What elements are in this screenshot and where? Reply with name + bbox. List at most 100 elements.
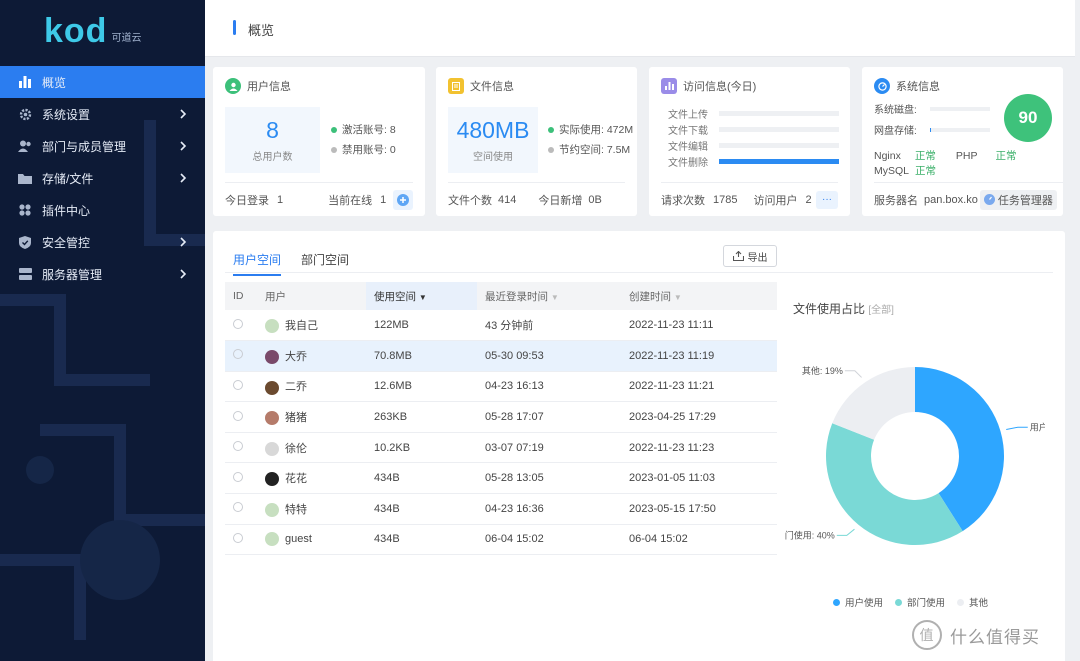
radio-button[interactable]: [233, 379, 243, 390]
cell-created: 2022-11-23 11:11: [621, 310, 777, 342]
table-header-row: ID 用户 使用空间 ▼ 最近登录时间 ▼ 创建时间 ▼: [225, 282, 777, 310]
column-header-space[interactable]: 使用空间 ▼: [366, 282, 477, 310]
table-row[interactable]: 大乔 70.8MB 05-30 09:53 2022-11-23 11:19: [225, 340, 777, 372]
cell-user: 花花: [257, 462, 366, 495]
row-select[interactable]: [225, 401, 257, 433]
grid-icon: [18, 203, 32, 217]
radio-button[interactable]: [233, 318, 243, 329]
page-title: 概览: [248, 23, 275, 38]
php-label: PHP: [955, 149, 978, 162]
cell-created: 2023-04-25 17:29: [621, 401, 777, 433]
space-used-value: 480MB: [456, 117, 530, 143]
chevron-right-icon: [180, 109, 187, 119]
radio-button[interactable]: [233, 441, 243, 452]
cell-last-login: 04-23 16:36: [477, 493, 621, 525]
cell-created: 2022-11-23 11:21: [621, 371, 777, 403]
system-disk-row: 系统磁盘:: [874, 101, 990, 116]
status-dot: [548, 146, 554, 153]
access-row-download: 文件下载: [668, 122, 839, 137]
avatar: [265, 380, 279, 395]
table-row[interactable]: guest 434B 06-04 15:02 06-04 15:02: [225, 524, 777, 556]
column-header-last-login[interactable]: 最近登录时间 ▼: [477, 282, 621, 310]
kod-logo[interactable]: kod 可道云: [44, 10, 141, 50]
user-space-table: ID 用户 使用空间 ▼ 最近登录时间 ▼ 创建时间 ▼ 我自己 122MB 43 …: [225, 282, 777, 556]
sidebar-item-plugins[interactable]: 插件中心: [0, 194, 205, 226]
card-footer: 文件个数 414 今日新增 0B: [448, 182, 625, 216]
requests-value: 1785: [713, 193, 738, 206]
server-name-value: pan.box.ko: [924, 193, 978, 206]
pie-slice-1[interactable]: [826, 423, 963, 545]
table-row[interactable]: 猪猪 263KB 05-28 17:07 2023-04-25 17:29: [225, 401, 777, 433]
cell-user: 特特: [257, 493, 366, 525]
sidebar-item-label: 系统设置: [42, 107, 91, 122]
add-user-button[interactable]: [393, 189, 413, 210]
sidebar-item-server[interactable]: 服务器管理: [0, 258, 205, 290]
export-button[interactable]: 导出: [723, 245, 777, 267]
legend-item[interactable]: 部门使用: [895, 595, 945, 609]
cell-created: 2023-01-05 11:03: [621, 462, 777, 495]
radio-button[interactable]: [233, 502, 243, 513]
task-manager-button[interactable]: 任务管理器: [979, 189, 1057, 210]
usage-panel: 用户空间 部门空间 导出 ID 用户 使用空间 ▼ 最近登录时间 ▼ 创建时间 …: [213, 231, 1065, 661]
health-score-badge[interactable]: 90: [1004, 94, 1052, 142]
net-storage-bar-fill: [930, 127, 932, 132]
sidebar-item-storage[interactable]: 存储/文件: [0, 162, 205, 194]
row-select[interactable]: [225, 432, 257, 464]
row-select[interactable]: [225, 340, 257, 372]
user-info-card: 用户信息 8 总用户数 激活账号: 8 禁用账号: 0 今日登录 1 当前在线 …: [213, 67, 425, 216]
user-name: 大乔: [285, 350, 307, 363]
cell-last-login: 06-04 15:02: [477, 524, 621, 556]
folder-icon: [18, 171, 32, 185]
legend-item[interactable]: 用户使用: [833, 595, 883, 609]
export-icon: [732, 251, 744, 261]
avatar: [265, 472, 279, 487]
column-header-id[interactable]: ID: [225, 282, 257, 310]
bar-chart-icon: [661, 78, 677, 94]
dashboard-icon: [983, 194, 995, 205]
radio-button[interactable]: [233, 349, 243, 360]
chevron-right-icon: [180, 141, 187, 151]
avatar: [265, 349, 279, 364]
cell-space: 70.8MB: [366, 340, 477, 372]
row-select[interactable]: [225, 310, 257, 342]
more-button[interactable]: ···: [816, 190, 838, 209]
radio-button[interactable]: [233, 471, 243, 482]
legend-item[interactable]: 其他: [957, 595, 988, 609]
sidebar-item-system-settings[interactable]: 系统设置: [0, 98, 205, 130]
table-row[interactable]: 花花 434B 05-28 13:05 2023-01-05 11:03: [225, 462, 777, 495]
nginx-status: 正常: [914, 150, 936, 162]
net-storage-bar: [930, 127, 990, 132]
radio-button[interactable]: [233, 532, 243, 543]
row-select[interactable]: [225, 462, 257, 495]
table-row[interactable]: 二乔 12.6MB 04-23 16:13 2022-11-23 11:21: [225, 371, 777, 403]
row-select[interactable]: [225, 371, 257, 403]
logo-subtitle: 可道云: [111, 33, 142, 44]
sidebar-item-overview[interactable]: 概览: [0, 66, 205, 98]
cell-created: 06-04 15:02: [621, 524, 777, 556]
user-name: 徐伦: [285, 442, 307, 455]
server-icon: [18, 267, 32, 281]
access-row-upload: 文件上传: [668, 106, 839, 121]
legend-label: 部门使用: [907, 598, 946, 609]
bar-chart-icon: [18, 75, 32, 89]
row-select[interactable]: [225, 493, 257, 525]
sidebar-item-label: 服务器管理: [42, 267, 103, 282]
tabs-divider: [225, 272, 1053, 273]
chart-filter-link[interactable]: [全部]: [868, 305, 894, 316]
table-row[interactable]: 我自己 122MB 43 分钟前 2022-11-23 11:11: [225, 310, 777, 342]
access-row-bar: [719, 143, 839, 148]
mysql-label: MySQL: [874, 164, 910, 177]
sidebar-item-security[interactable]: 安全管控: [0, 226, 205, 258]
column-header-user[interactable]: 用户: [257, 282, 366, 310]
sidebar-item-label: 概览: [42, 75, 67, 90]
table-row[interactable]: 特特 434B 04-23 16:36 2023-05-15 17:50: [225, 493, 777, 525]
column-header-created[interactable]: 创建时间 ▼: [621, 282, 777, 310]
sidebar-item-members[interactable]: 部门与成员管理: [0, 130, 205, 162]
sidebar-item-label: 部门与成员管理: [42, 139, 127, 154]
table-row[interactable]: 徐伦 10.2KB 03-07 07:19 2022-11-23 11:23: [225, 432, 777, 464]
access-row-label: 文件下载: [668, 126, 708, 137]
export-label: 导出: [747, 252, 768, 264]
radio-button[interactable]: [233, 410, 243, 421]
column-header-label: 创建时间: [629, 290, 671, 303]
row-select[interactable]: [225, 524, 257, 556]
